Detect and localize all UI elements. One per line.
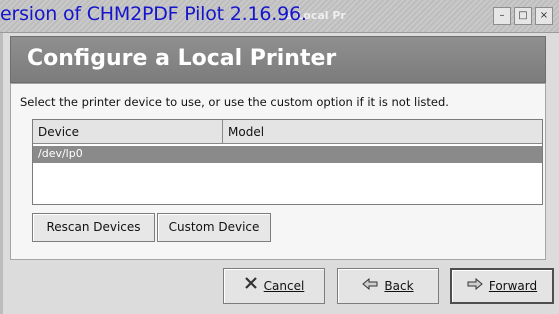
back-label: Back [384,279,414,293]
title-bar[interactable]: a Local Pr ersion of CHM2PDF Pilot 2.16.… [0,0,559,33]
watermark-text: ersion of CHM2PDF Pilot 2.16.96. [0,3,307,25]
cancel-icon [244,269,258,303]
instruction-text: Select the printer device to use, or use… [20,95,449,109]
table-row[interactable]: /dev/lp0 [33,146,542,163]
window-left-edge [0,32,3,314]
back-arrow-icon [362,269,378,303]
printer-dialog-window: a Local Pr ersion of CHM2PDF Pilot 2.16.… [0,0,559,314]
minimize-button[interactable]: – [493,7,511,25]
page-title: Configure a Local Printer [27,46,337,71]
device-cell: /dev/lp0 [38,147,83,160]
cancel-button[interactable]: Cancel [223,268,325,304]
custom-device-button[interactable]: Custom Device [157,213,271,242]
forward-button[interactable]: Forward [450,268,554,304]
column-header-device[interactable]: Device [33,120,223,144]
forward-arrow-icon [467,269,483,303]
window-controls: – □ × [493,7,553,25]
cancel-label: Cancel [263,279,305,293]
forward-label: Forward [488,279,538,293]
back-button[interactable]: Back [337,268,439,304]
dialog-header: Configure a Local Printer [10,36,546,83]
column-header-model[interactable]: Model [223,120,542,144]
rescan-devices-button[interactable]: Rescan Devices [32,213,155,242]
device-table[interactable]: Device Model /dev/lp0 [32,119,543,205]
close-button[interactable]: × [535,7,553,25]
maximize-button[interactable]: □ [514,7,532,25]
